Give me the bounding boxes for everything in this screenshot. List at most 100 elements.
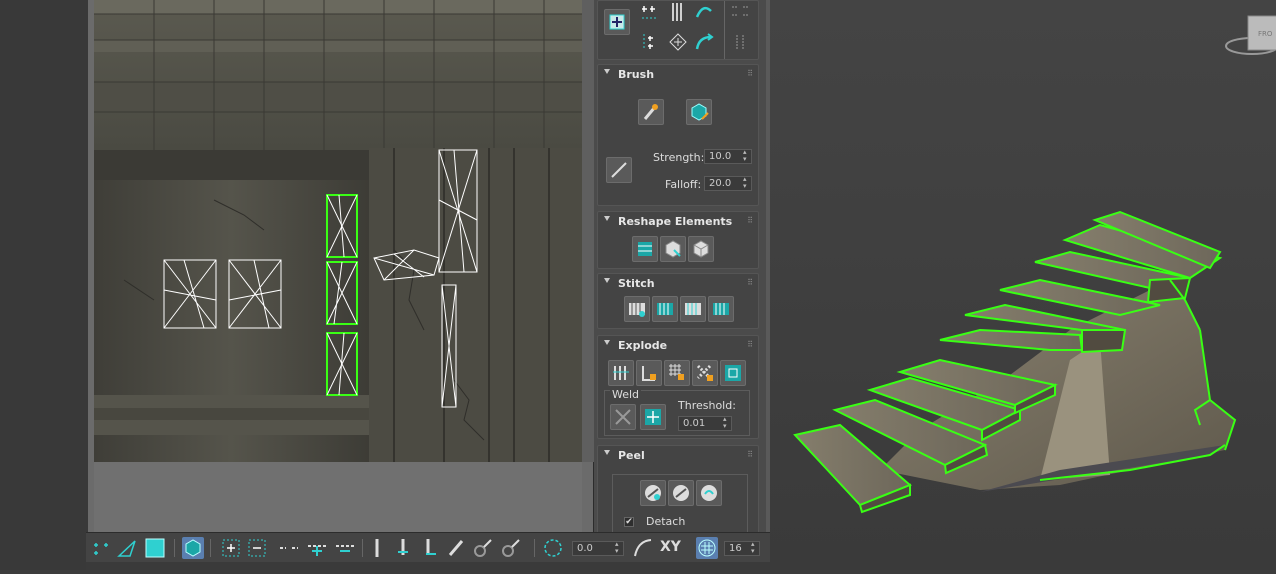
weld-selected-button[interactable] — [610, 404, 636, 430]
weld-target-button[interactable] — [640, 404, 666, 430]
stitch-to-source-button[interactable] — [652, 296, 678, 322]
mirror-button[interactable] — [728, 29, 752, 55]
staircase-model: FRO — [770, 0, 1276, 570]
reshape-elements-rollout: Reshape Elements ⠿ — [597, 211, 759, 269]
relax-button-2[interactable] — [688, 236, 714, 262]
flip-button[interactable] — [728, 1, 752, 23]
edge-mode-button[interactable] — [116, 537, 138, 559]
loop-grow-button[interactable] — [306, 537, 328, 559]
stitch-average-icon — [685, 303, 701, 315]
uv-vertical-scrollbar[interactable] — [582, 0, 594, 462]
polygon-grid-icon — [669, 364, 684, 380]
brush-title: Brush — [618, 68, 655, 81]
flatten-by-angle-button[interactable] — [636, 360, 662, 386]
freeform-icon — [642, 6, 658, 19]
separator — [174, 539, 175, 557]
flip-icon — [732, 6, 748, 16]
move-icon — [609, 14, 625, 30]
loop-shrink-button[interactable] — [334, 537, 356, 559]
relax-cube-icon — [665, 240, 681, 258]
brush-relax-button[interactable] — [686, 99, 712, 125]
strength-label: Strength: — [653, 151, 705, 164]
strength-spinner[interactable]: 10.0 — [704, 149, 752, 164]
paint-grow-button[interactable] — [472, 537, 494, 559]
drag-handle-icon[interactable]: ⠿ — [747, 450, 753, 459]
drag-handle-icon[interactable]: ⠿ — [747, 216, 753, 225]
reset-peel-button[interactable] — [696, 480, 722, 506]
peel-title: Peel — [618, 449, 645, 462]
flatten-by-material-button[interactable] — [692, 360, 718, 386]
paint-shrink-button[interactable] — [500, 537, 522, 559]
falloff-spinner[interactable]: 20.0 — [704, 176, 752, 191]
stitch-to-target-button[interactable] — [708, 296, 734, 322]
loop-button[interactable] — [278, 537, 300, 559]
drag-handle-icon[interactable]: ⠿ — [747, 69, 753, 78]
polygon-mode-button[interactable] — [144, 537, 166, 559]
collapse-arrow-icon[interactable] — [604, 340, 610, 345]
vertex-mode-button[interactable] — [90, 537, 112, 559]
paint-select-button[interactable] — [446, 537, 468, 559]
relax-button[interactable] — [666, 29, 690, 55]
falloff-line-icon — [611, 162, 627, 178]
collapse-arrow-icon[interactable] — [604, 216, 610, 221]
transform-rollout — [597, 0, 759, 60]
align-vertical-button[interactable] — [666, 1, 690, 23]
reshape-title: Reshape Elements — [618, 215, 733, 228]
ring-icon — [375, 539, 379, 557]
straighten-icon — [638, 242, 652, 256]
collapse-arrow-icon[interactable] — [604, 278, 610, 283]
flatten-by-smoothing-button[interactable] — [720, 360, 746, 386]
ring-shrink-button[interactable] — [420, 537, 442, 559]
separator — [362, 539, 363, 557]
rotate-cw-button[interactable] — [692, 29, 716, 55]
peel-mode-button[interactable] — [668, 480, 694, 506]
collapse-arrow-icon[interactable] — [604, 450, 610, 455]
reset-peel-icon — [701, 485, 717, 501]
detach-checkbox[interactable]: ✔ — [624, 517, 634, 527]
weld-target-icon — [645, 409, 661, 425]
rotate-ccw-icon — [695, 6, 712, 18]
rotate-angle-icon — [544, 539, 562, 557]
align-horizontal-icon — [643, 34, 653, 50]
brush-paint-button[interactable] — [638, 99, 664, 125]
uv-canvas[interactable] — [94, 0, 582, 462]
rotate-ccw-button[interactable] — [692, 1, 716, 23]
straighten-selection-button[interactable] — [632, 236, 658, 262]
threshold-spinner[interactable]: 0.01 — [678, 416, 732, 431]
stitch-average-button[interactable] — [680, 296, 706, 322]
quick-peel-button[interactable] — [640, 480, 666, 506]
grid-snap-icon — [698, 539, 716, 557]
brush-falloff-button[interactable] — [606, 157, 632, 183]
rotate-angle-icon-button[interactable] — [542, 537, 564, 559]
detach-label: Detach — [646, 515, 686, 528]
rotate-angle-spinner[interactable]: 0.0 — [572, 541, 624, 556]
drag-handle-icon[interactable]: ⠿ — [747, 340, 753, 349]
shrink-icon — [248, 539, 266, 557]
drag-handle-icon[interactable]: ⠿ — [747, 278, 753, 287]
element-cube-icon — [185, 539, 201, 557]
stitch-custom-button[interactable] — [624, 296, 650, 322]
stitch-rollout: Stitch ⠿ — [597, 273, 759, 329]
soft-selection-button[interactable] — [632, 537, 654, 559]
collapse-arrow-icon[interactable] — [604, 69, 610, 74]
brush-cube-icon — [691, 103, 709, 121]
align-horizontal-button[interactable] — [636, 29, 664, 55]
checker-icon — [696, 364, 713, 381]
xy-label[interactable]: XY — [660, 539, 681, 555]
snap-value-spinner[interactable]: 16 — [724, 541, 760, 556]
ring-button[interactable] — [366, 537, 388, 559]
flatten-by-polygon-button[interactable] — [664, 360, 690, 386]
element-mode-button[interactable] — [182, 537, 204, 559]
brush-rollout: Brush ⠿ Strength: 10.0 Falloff: 20.0 — [597, 64, 759, 206]
relax-until-flat-button[interactable] — [660, 236, 686, 262]
vertex-icon — [94, 543, 108, 555]
shrink-selection-button[interactable] — [246, 537, 268, 559]
pixel-snap-button[interactable] — [696, 537, 718, 559]
ring-grow-button[interactable] — [392, 537, 414, 559]
3d-viewport[interactable]: FRO — [770, 0, 1276, 570]
move-selection-button[interactable] — [604, 9, 630, 35]
grow-selection-button[interactable] — [220, 537, 242, 559]
break-button[interactable] — [608, 360, 634, 386]
freeform-button[interactable] — [636, 1, 664, 23]
loop-shrink-icon — [336, 545, 354, 552]
